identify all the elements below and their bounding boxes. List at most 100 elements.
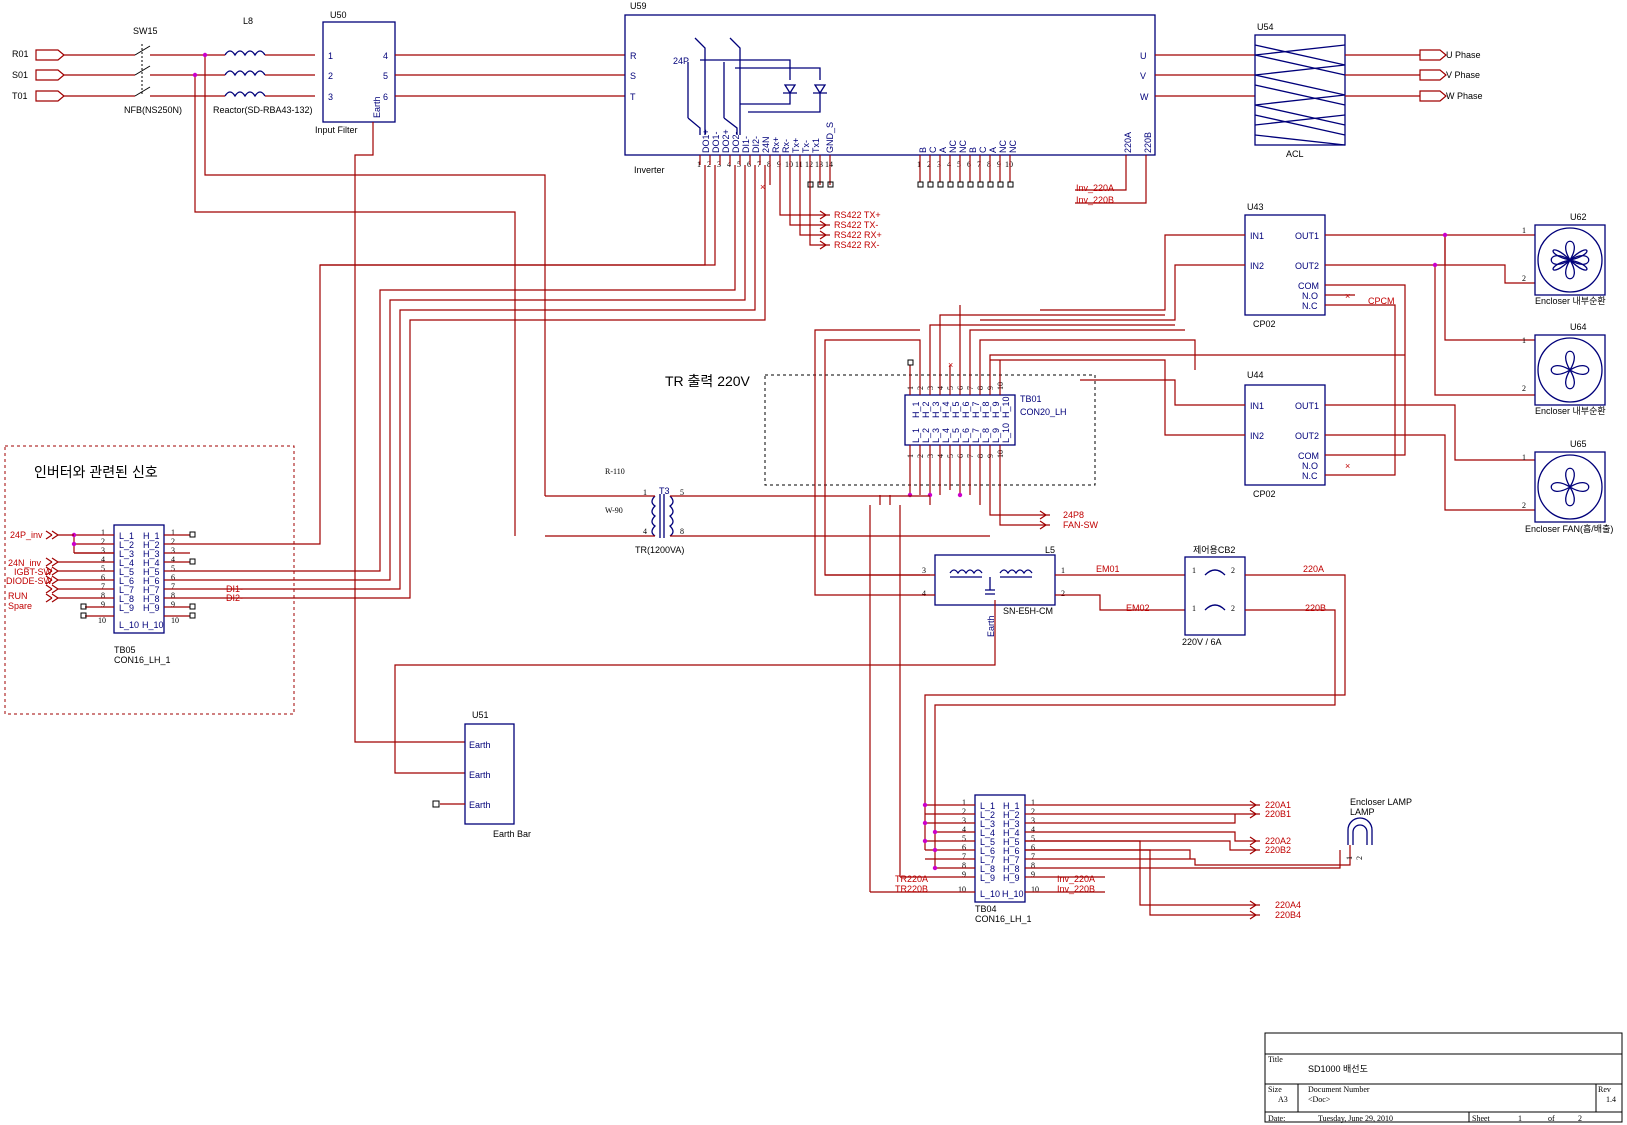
tb05-num: 9 <box>101 600 105 609</box>
u43-out2: OUT2 <box>1295 261 1319 271</box>
u44-ref: U44 <box>1247 370 1264 380</box>
input-connector-s01: S01 <box>12 69 65 81</box>
size-value: A3 <box>1278 1095 1288 1104</box>
fan-out-24p8: 24P8 <box>1063 510 1084 520</box>
switch-sw15: SW15 NFB(NS250N) <box>64 26 220 115</box>
t3-pin-4: 4 <box>643 527 647 536</box>
u43-in2: IN2 <box>1250 261 1264 271</box>
u51-earth-1: Earth <box>469 740 491 750</box>
u43-out1: OUT1 <box>1295 231 1319 241</box>
u59-pin-t: T <box>630 92 636 102</box>
u59-relay-label: A <box>988 147 998 153</box>
u59-pin-r: R <box>630 51 637 61</box>
t3-in-bot: W-90 <box>605 506 623 515</box>
title-label: Title <box>1268 1055 1283 1064</box>
u59-io-num: 10 <box>785 160 793 169</box>
u62-ref: U62 <box>1570 212 1587 222</box>
u65-pin-2: 2 <box>1522 501 1526 510</box>
tb05-num: 7 <box>171 582 175 591</box>
tb01-h-pin: H_4 <box>941 401 951 418</box>
earth-bar-u51: U51 Earth Earth Earth Earth Bar <box>432 710 531 839</box>
tb04-num: 8 <box>1031 861 1035 870</box>
u59-io-do1p: DO1+ <box>701 129 711 153</box>
u64-ref: U64 <box>1570 322 1587 332</box>
u59-ac-220a: 220A <box>1123 132 1133 153</box>
encloser-lamp: Encloser LAMP LAMP 1 2 <box>1345 797 1412 860</box>
cp02-u43: U43 IN1 IN2 OUT1 OUT2 COM N.O N.C CP02 <box>1244 202 1326 329</box>
u44-out2: OUT2 <box>1295 431 1319 441</box>
tb01-nc-mark: × <box>948 360 953 370</box>
signals-box-title: 인버터와 관련된 신호 <box>34 464 158 480</box>
lamp-pin-1: 1 <box>1345 856 1354 860</box>
tb01-l-pin: L_3 <box>931 428 941 443</box>
tb04-num: 8 <box>962 861 966 870</box>
of-label: of <box>1548 1114 1555 1123</box>
tb01-h-pin: H_8 <box>981 401 991 418</box>
tb04-num: 7 <box>962 852 966 861</box>
cb2-pin-1b: 1 <box>1192 604 1196 613</box>
out-220b1: 220B1 <box>1265 809 1291 819</box>
u64-label: Encloser 내부순환 <box>1535 405 1606 416</box>
u44-label: CP02 <box>1253 489 1276 499</box>
u44-in1: IN1 <box>1250 401 1264 411</box>
u44-in2: IN2 <box>1250 431 1264 441</box>
em02-label: EM02 <box>1126 603 1150 613</box>
tb01-l-pin: L_6 <box>961 428 971 443</box>
u59-relay-label: NC <box>948 140 958 153</box>
tb05-num: 8 <box>101 591 105 600</box>
tb01-label: CON20_LH <box>1020 407 1067 417</box>
tb01-h-pin: H_10 <box>1001 396 1011 418</box>
u50-pin-3: 3 <box>328 92 333 102</box>
u59-io-tx1: Tx1 <box>811 138 821 153</box>
date-value: Tuesday, June 29, 2010 <box>1318 1114 1393 1123</box>
sig-spare: Spare <box>8 601 32 611</box>
u59-io-txp: Tx+ <box>791 138 801 153</box>
u59-io-num: 12 <box>805 160 813 169</box>
phase-outputs: U Phase V Phase W Phase <box>1419 49 1483 102</box>
u65-pin-1: 1 <box>1522 453 1526 462</box>
tb04-tr220a: TR220A <box>895 874 928 884</box>
rs422-rx-minus: RS422 RX- <box>834 240 880 250</box>
tb05-num: 4 <box>171 555 175 564</box>
u59-io-txn: Tx- <box>801 140 811 153</box>
sig-diode-sw: DIODE-SW <box>6 576 53 586</box>
sig-run: RUN <box>8 591 28 601</box>
inverter-u59: U59 R S T U V W Inverter 24P DO1+ DO1- D… <box>624 1 1255 205</box>
tb04-num: 9 <box>962 870 966 879</box>
title-value: SD1000 배선도 <box>1308 1064 1368 1074</box>
t3-in-top: R-110 <box>605 467 625 476</box>
tb04-num: 4 <box>1031 825 1035 834</box>
tr-output-box: TR 출력 220V <box>665 373 1096 486</box>
sw15-ref: SW15 <box>133 26 158 36</box>
cp02-u44: U44 IN1 IN2 OUT1 OUT2 COM N.O N.C CP02 <box>1244 370 1326 499</box>
u59-io-num: 14 <box>825 160 833 169</box>
u43-no-nc-mark: × <box>1345 291 1350 301</box>
tb05-num: 2 <box>101 537 105 546</box>
tb01-l-pin: L_2 <box>921 428 931 443</box>
u59-label: Inverter <box>634 165 665 175</box>
u43-nc: N.C <box>1302 301 1318 311</box>
u44-no: N.O <box>1302 461 1318 471</box>
u51-earth-2: Earth <box>469 770 491 780</box>
acl-u54: U54 ACL <box>1254 22 1420 159</box>
l8-label: Reactor(SD-RBA43-132) <box>213 105 313 115</box>
u59-io-do2p: DO2+ <box>721 129 731 153</box>
tb01-h-pin: H_3 <box>931 401 941 418</box>
size-label: Size <box>1268 1085 1282 1094</box>
tb04-inv220a: Inv_220A <box>1057 874 1095 884</box>
tb04-num: 7 <box>1031 852 1035 861</box>
inv-220a-label: Inv_220A <box>1076 183 1114 193</box>
of-value: 2 <box>1578 1114 1582 1123</box>
u50-earth-label: Earth <box>372 96 382 118</box>
l5-label: SN-E5H-CM <box>1003 606 1053 616</box>
u44-out1: OUT1 <box>1295 401 1319 411</box>
u44-no-nc-mark: × <box>1345 461 1350 471</box>
u43-in1: IN1 <box>1250 231 1264 241</box>
sheet-value: 1 <box>1518 1114 1522 1123</box>
u59-ref: U59 <box>630 1 647 11</box>
u65-ref: U65 <box>1570 439 1587 449</box>
u59-relay-label: NC <box>958 140 968 153</box>
lamp-pin-2: 2 <box>1355 856 1364 860</box>
u64-pin-2: 2 <box>1522 384 1526 393</box>
tb05-num: 1 <box>171 528 175 537</box>
